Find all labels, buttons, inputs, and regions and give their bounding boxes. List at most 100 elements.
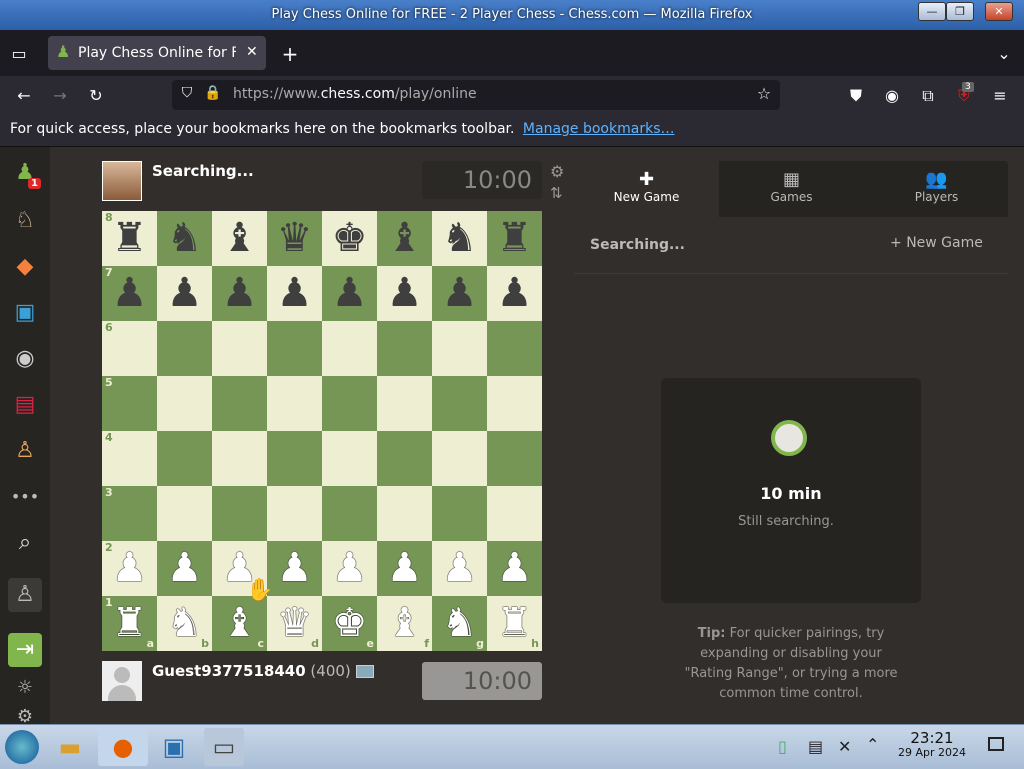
tab-players[interactable]: 👥 Players	[864, 161, 1009, 217]
white-bishop-piece[interactable]: ♝	[222, 600, 258, 646]
new-tab-button[interactable]: +	[280, 42, 300, 66]
square-f7[interactable]: ♟	[377, 266, 432, 321]
square-b8[interactable]: ♞	[157, 211, 212, 266]
close-button[interactable]: ✕	[985, 2, 1013, 21]
black-pawn-piece[interactable]: ♟	[277, 270, 313, 316]
square-f6[interactable]	[377, 321, 432, 376]
square-h1[interactable]: ♜ h	[487, 596, 542, 651]
black-pawn-piece[interactable]: ♟	[332, 270, 368, 316]
square-d8[interactable]: ♛	[267, 211, 322, 266]
black-queen-piece[interactable]: ♛	[277, 215, 313, 261]
more-icon[interactable]: •••	[8, 480, 42, 514]
square-a3[interactable]: 3	[102, 486, 157, 541]
social-icon[interactable]: ♙	[8, 434, 42, 468]
square-f5[interactable]	[377, 376, 432, 431]
square-g5[interactable]	[432, 376, 487, 431]
square-d5[interactable]	[267, 376, 322, 431]
lock-icon[interactable]: 🔒	[204, 85, 221, 101]
black-bishop-piece[interactable]: ♝	[222, 215, 258, 261]
square-b6[interactable]	[157, 321, 212, 376]
square-h8[interactable]: ♜	[487, 211, 542, 266]
white-queen-piece[interactable]: ♛	[277, 600, 313, 646]
square-c3[interactable]	[212, 486, 267, 541]
square-h5[interactable]	[487, 376, 542, 431]
square-b1[interactable]: ♞ b	[157, 596, 212, 651]
square-f8[interactable]: ♝	[377, 211, 432, 266]
white-king-piece[interactable]: ♚	[332, 600, 368, 646]
square-g2[interactable]: ♟	[432, 541, 487, 596]
square-b2[interactable]: ♟	[157, 541, 212, 596]
black-rook-piece[interactable]: ♜	[112, 215, 148, 261]
white-pawn-piece[interactable]: ♟	[332, 545, 368, 591]
square-e6[interactable]	[322, 321, 377, 376]
tab-overview-icon[interactable]: ▭	[8, 44, 30, 63]
bookmark-star-icon[interactable]: ☆	[754, 84, 774, 103]
square-a1[interactable]: ♜ 1 a	[102, 596, 157, 651]
white-pawn-piece[interactable]: ♟	[442, 545, 478, 591]
search-icon[interactable]: ⌕	[8, 526, 42, 560]
square-c6[interactable]	[212, 321, 267, 376]
settings-icon[interactable]: ⚙	[8, 702, 42, 724]
white-pawn-piece[interactable]: ♟	[497, 545, 533, 591]
forward-icon[interactable]: →	[50, 86, 70, 105]
square-a2[interactable]: ♟ 2	[102, 541, 157, 596]
square-a6[interactable]: 6	[102, 321, 157, 376]
browser-tab-active[interactable]: ♟ Play Chess Online for FR ✕	[48, 36, 266, 70]
white-bishop-piece[interactable]: ♝	[387, 600, 423, 646]
manage-bookmarks-link[interactable]: Manage bookmarks…	[523, 121, 675, 137]
square-g7[interactable]: ♟	[432, 266, 487, 321]
learn-icon[interactable]: ▣	[8, 296, 42, 330]
tray-clipboard-icon[interactable]: ▯	[778, 737, 787, 756]
white-pawn-piece[interactable]: ♟	[277, 545, 313, 591]
add-friend-icon[interactable]: ♙	[8, 578, 42, 612]
square-f4[interactable]	[377, 431, 432, 486]
news-icon[interactable]: ▤	[8, 388, 42, 422]
tray-battery-icon[interactable]: ▤	[808, 737, 823, 756]
square-e3[interactable]	[322, 486, 377, 541]
back-icon[interactable]: ←	[14, 86, 34, 105]
black-pawn-piece[interactable]: ♟	[112, 270, 148, 316]
square-f1[interactable]: ♝ f	[377, 596, 432, 651]
square-c5[interactable]	[212, 376, 267, 431]
square-g3[interactable]	[432, 486, 487, 541]
black-bishop-piece[interactable]: ♝	[387, 215, 423, 261]
start-button[interactable]	[5, 730, 39, 764]
puzzles-icon[interactable]: ◆	[8, 250, 42, 284]
black-pawn-piece[interactable]: ♟	[497, 270, 533, 316]
white-pawn-piece[interactable]: ♟	[167, 545, 203, 591]
clock[interactable]: 23:21 29 Apr 2024	[894, 730, 970, 760]
square-g8[interactable]: ♞	[432, 211, 487, 266]
square-e2[interactable]: ♟	[322, 541, 377, 596]
black-rook-piece[interactable]: ♜	[497, 215, 533, 261]
shield-icon[interactable]: ⛉	[178, 85, 196, 101]
square-c4[interactable]	[212, 431, 267, 486]
square-h6[interactable]	[487, 321, 542, 376]
tray-expand-icon[interactable]: ⌃	[866, 735, 879, 754]
square-d7[interactable]: ♟	[267, 266, 322, 321]
square-e4[interactable]	[322, 431, 377, 486]
flip-board-icon[interactable]: ⇅	[550, 184, 563, 202]
square-g4[interactable]	[432, 431, 487, 486]
square-d3[interactable]	[267, 486, 322, 541]
watch-icon[interactable]: ◉	[8, 342, 42, 376]
chess-board[interactable]: ♜ 8 ♞ ♝ ♛ ♚ ♝ ♞ ♜ ♟ 7 ♟ ♟ ♟ ♟ ♟ ♟ ♟ 6 5 4 3 ♟ 2 ♟ ♟ ♟ ♟ ♟ ♟ ♟ ♜ 1 a ♞ b ♝ c ♛ d…	[102, 211, 542, 651]
square-a8[interactable]: ♜ 8	[102, 211, 157, 266]
tray-volume-muted-icon[interactable]: ✕	[838, 737, 851, 756]
control-panel-icon[interactable]: ▣	[154, 728, 194, 766]
extensions-icon[interactable]: ⧉	[918, 86, 938, 106]
black-pawn-piece[interactable]: ♟	[167, 270, 203, 316]
square-f2[interactable]: ♟	[377, 541, 432, 596]
black-pawn-piece[interactable]: ♟	[442, 270, 478, 316]
white-pawn-piece[interactable]: ♟	[387, 545, 423, 591]
square-b7[interactable]: ♟	[157, 266, 212, 321]
file-manager-icon[interactable]: ▬	[50, 728, 90, 766]
square-a5[interactable]: 5	[102, 376, 157, 431]
square-d2[interactable]: ♟	[267, 541, 322, 596]
white-pawn-piece[interactable]: ♟	[112, 545, 148, 591]
square-a7[interactable]: ♟ 7	[102, 266, 157, 321]
url-bar[interactable]: ⛉ 🔒 https://www.chess.com/play/online ☆	[172, 80, 780, 110]
square-a4[interactable]: 4	[102, 431, 157, 486]
reload-icon[interactable]: ↻	[86, 86, 106, 105]
white-knight-piece[interactable]: ♞	[167, 600, 203, 646]
square-d4[interactable]	[267, 431, 322, 486]
